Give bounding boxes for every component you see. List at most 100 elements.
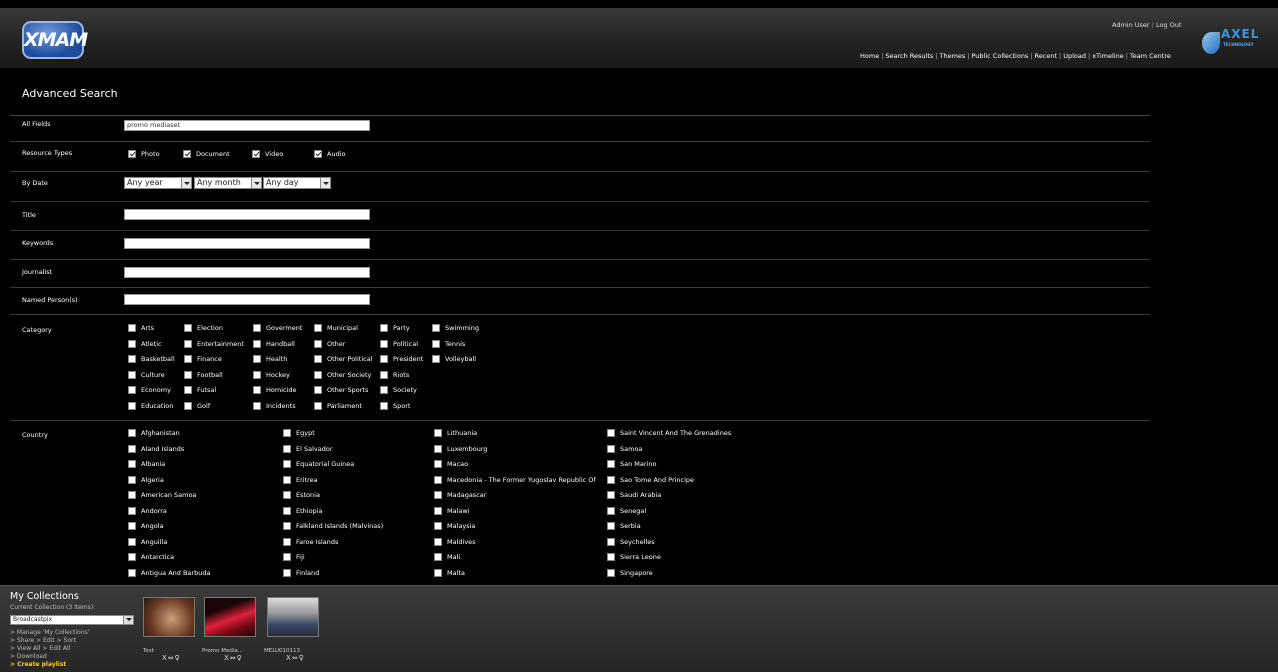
category-checkbox[interactable]: Culture bbox=[128, 370, 165, 379]
named-persons-input[interactable] bbox=[124, 294, 370, 305]
country-checkbox[interactable]: Macedonia - The Former Yugoslav Republic… bbox=[434, 475, 596, 484]
share-edit-sort-links[interactable]: > Share > Edit > Sort bbox=[10, 637, 76, 644]
checkbox-icon[interactable] bbox=[314, 324, 322, 332]
checkbox-icon[interactable] bbox=[184, 339, 192, 348]
resource-type-checkbox[interactable]: Document bbox=[183, 150, 230, 158]
checkbox-icon[interactable] bbox=[128, 370, 136, 379]
checkbox-icon[interactable] bbox=[184, 355, 192, 363]
day-select[interactable]: Any day bbox=[263, 177, 331, 189]
country-checkbox[interactable]: Finland bbox=[283, 568, 319, 577]
checkbox-icon[interactable] bbox=[184, 370, 192, 379]
nav-item[interactable]: Themes bbox=[939, 52, 965, 60]
checkbox-icon[interactable] bbox=[607, 475, 615, 484]
country-checkbox[interactable]: Macao bbox=[434, 460, 468, 468]
checkbox-icon[interactable] bbox=[184, 401, 192, 410]
country-checkbox[interactable]: Seychelles bbox=[607, 537, 655, 546]
thumbnail-tools[interactable]: X⇔♀ bbox=[162, 654, 181, 662]
category-checkbox[interactable]: President bbox=[380, 355, 423, 363]
category-checkbox[interactable]: Parliament bbox=[314, 401, 362, 410]
checkbox-icon[interactable] bbox=[607, 506, 615, 515]
checkbox-icon[interactable] bbox=[607, 429, 615, 437]
checkbox-icon[interactable] bbox=[128, 506, 136, 515]
checkbox-icon[interactable] bbox=[128, 537, 136, 546]
category-checkbox[interactable]: Education bbox=[128, 401, 173, 410]
checkbox-icon[interactable] bbox=[607, 522, 615, 530]
category-checkbox[interactable]: Other bbox=[314, 339, 345, 348]
thumbnail-tools[interactable]: X⇔♀ bbox=[286, 654, 305, 662]
country-checkbox[interactable]: Saint Vincent And The Grenadines bbox=[607, 429, 731, 437]
checkbox-icon[interactable] bbox=[314, 370, 322, 379]
nav-item[interactable]: Upload bbox=[1063, 52, 1086, 60]
category-checkbox[interactable]: Handball bbox=[253, 339, 295, 348]
checkbox-icon[interactable] bbox=[434, 460, 442, 468]
checkbox-checked-icon[interactable] bbox=[183, 150, 191, 158]
country-checkbox[interactable]: Fiji bbox=[283, 553, 305, 561]
category-checkbox[interactable]: Riots bbox=[380, 370, 409, 379]
country-checkbox[interactable]: Antarctica bbox=[128, 553, 174, 561]
category-checkbox[interactable]: Party bbox=[380, 324, 410, 332]
download-link[interactable]: > Download bbox=[10, 653, 47, 660]
country-checkbox[interactable]: Andorra bbox=[128, 506, 167, 515]
checkbox-icon[interactable] bbox=[283, 522, 291, 530]
checkbox-icon[interactable] bbox=[380, 370, 388, 379]
nav-item[interactable]: Recent bbox=[1035, 52, 1057, 60]
category-checkbox[interactable]: Tennis bbox=[432, 339, 465, 348]
year-select[interactable]: Any year bbox=[124, 177, 192, 189]
checkbox-icon[interactable] bbox=[314, 386, 322, 394]
admin-user-link[interactable]: Admin User bbox=[1112, 21, 1150, 29]
checkbox-icon[interactable] bbox=[434, 444, 442, 453]
category-checkbox[interactable]: Incidents bbox=[253, 401, 296, 410]
country-checkbox[interactable]: Malta bbox=[434, 568, 465, 577]
checkbox-icon[interactable] bbox=[434, 568, 442, 577]
checkbox-icon[interactable] bbox=[253, 370, 261, 379]
category-checkbox[interactable]: Society bbox=[380, 386, 417, 394]
country-checkbox[interactable]: Eritrea bbox=[283, 475, 318, 484]
checkbox-icon[interactable] bbox=[128, 386, 136, 394]
checkbox-icon[interactable] bbox=[434, 475, 442, 484]
checkbox-icon[interactable] bbox=[434, 429, 442, 437]
checkbox-icon[interactable] bbox=[283, 475, 291, 484]
country-checkbox[interactable]: Mali bbox=[434, 553, 460, 561]
checkbox-icon[interactable] bbox=[253, 386, 261, 394]
country-checkbox[interactable]: Aland Islands bbox=[128, 444, 184, 453]
country-checkbox[interactable]: Sao Tome And Principe bbox=[607, 475, 694, 484]
country-checkbox[interactable]: Senegal bbox=[607, 506, 646, 515]
resource-type-checkbox[interactable]: Photo bbox=[128, 150, 160, 158]
checkbox-icon[interactable] bbox=[184, 386, 192, 394]
checkbox-icon[interactable] bbox=[434, 491, 442, 499]
checkbox-icon[interactable] bbox=[128, 522, 136, 530]
category-checkbox[interactable]: Municipal bbox=[314, 324, 358, 332]
country-checkbox[interactable]: Albania bbox=[128, 460, 165, 468]
checkbox-icon[interactable] bbox=[283, 491, 291, 499]
checkbox-icon[interactable] bbox=[128, 401, 136, 410]
checkbox-icon[interactable] bbox=[380, 355, 388, 363]
country-checkbox[interactable]: Luxembourg bbox=[434, 444, 488, 453]
category-checkbox[interactable]: Election bbox=[184, 324, 223, 332]
country-checkbox[interactable]: Lithuania bbox=[434, 429, 477, 437]
country-checkbox[interactable]: Faroe Islands bbox=[283, 537, 338, 546]
checkbox-icon[interactable] bbox=[128, 460, 136, 468]
collection-select[interactable]: Broadcastpix bbox=[10, 615, 134, 625]
category-checkbox[interactable]: Health bbox=[253, 355, 287, 363]
checkbox-icon[interactable] bbox=[283, 568, 291, 577]
checkbox-icon[interactable] bbox=[380, 386, 388, 394]
checkbox-icon[interactable] bbox=[380, 339, 388, 348]
xmam-logo[interactable]: XMAM bbox=[22, 21, 88, 59]
category-checkbox[interactable]: Entertainment bbox=[184, 339, 244, 348]
country-checkbox[interactable]: Singapore bbox=[607, 568, 653, 577]
checkbox-icon[interactable] bbox=[128, 324, 136, 332]
country-checkbox[interactable]: Angola bbox=[128, 522, 163, 530]
collection-thumbnail[interactable] bbox=[204, 597, 256, 637]
country-checkbox[interactable]: Sierra Leone bbox=[607, 553, 661, 561]
category-checkbox[interactable]: Football bbox=[184, 370, 223, 379]
keywords-input[interactable] bbox=[124, 238, 370, 249]
checkbox-icon[interactable] bbox=[434, 537, 442, 546]
category-checkbox[interactable]: Other Political bbox=[314, 355, 373, 363]
checkbox-checked-icon[interactable] bbox=[252, 150, 260, 158]
nav-item[interactable]: Team Centre bbox=[1130, 52, 1171, 60]
category-checkbox[interactable]: Golf bbox=[184, 401, 210, 410]
category-checkbox[interactable]: Swimming bbox=[432, 324, 479, 332]
category-checkbox[interactable]: Economy bbox=[128, 386, 171, 394]
country-checkbox[interactable]: Samoa bbox=[607, 444, 642, 453]
checkbox-icon[interactable] bbox=[380, 401, 388, 410]
